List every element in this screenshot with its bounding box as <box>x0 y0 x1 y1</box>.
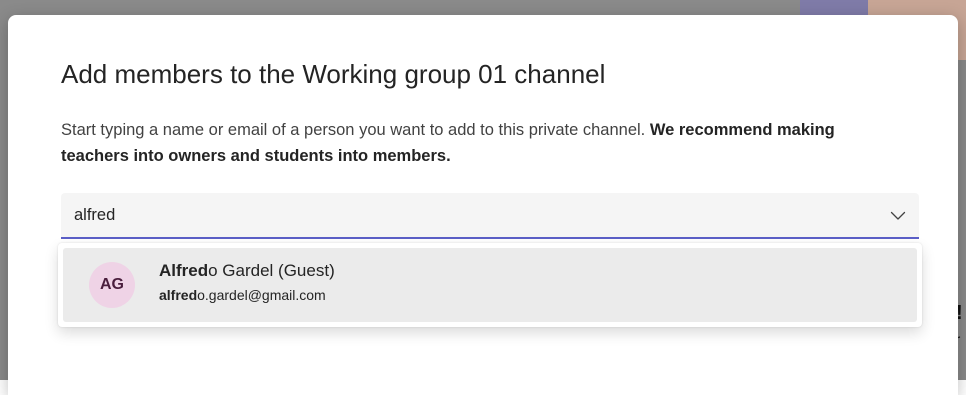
email-match-highlight: alfred <box>159 287 198 303</box>
suggestion-item[interactable]: AG Alfredo Gardel (Guest) alfredo.gardel… <box>63 248 917 322</box>
people-search-input[interactable] <box>61 193 861 237</box>
name-match-highlight: Alfred <box>159 261 209 280</box>
dialog-title: Add members to the Working group 01 chan… <box>61 59 606 89</box>
chevron-down-icon[interactable] <box>889 207 907 225</box>
suggestion-email: alfredo.gardel@gmail.com <box>159 287 326 303</box>
suggestion-name: Alfredo Gardel (Guest) <box>159 261 335 281</box>
add-members-dialog: Add members to the Working group 01 chan… <box>8 15 958 395</box>
dialog-description: Start typing a name or email of a person… <box>61 117 901 169</box>
name-remainder: o Gardel (Guest) <box>208 261 335 280</box>
description-text: Start typing a name or email of a person… <box>61 121 650 139</box>
email-remainder: o.gardel@gmail.com <box>197 287 326 303</box>
avatar: AG <box>89 262 135 308</box>
suggestions-dropdown: AG Alfredo Gardel (Guest) alfredo.gardel… <box>58 243 922 327</box>
people-picker[interactable] <box>61 193 919 239</box>
